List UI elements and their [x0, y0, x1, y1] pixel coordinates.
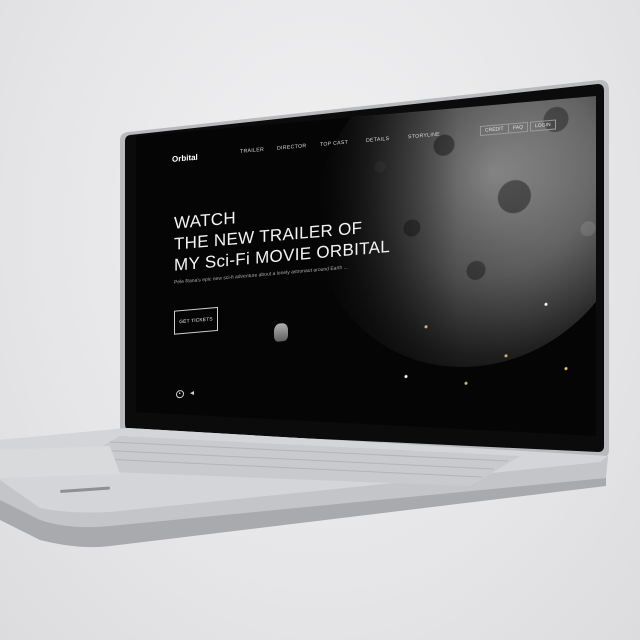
login-button[interactable]: LOGIN — [530, 119, 556, 132]
brand-logo[interactable]: Orbital — [172, 153, 198, 164]
play-icon[interactable] — [176, 389, 184, 399]
nav-item-details[interactable]: DETAILS — [366, 136, 389, 144]
get-tickets-button[interactable]: GET TICKETS — [174, 306, 218, 335]
city-lights-texture — [386, 276, 586, 415]
nav-item-trailer[interactable]: TRAILER — [240, 147, 264, 155]
nav-item-director[interactable]: DIRECTOR — [277, 143, 306, 152]
credit-button[interactable]: CREDIT — [480, 123, 509, 137]
nav-item-top-cast[interactable]: TOP CAST — [320, 140, 348, 148]
laptop-mockup-scene: Orbital TRAILER DIRECTOR TOP CAST DETAIL… — [0, 0, 640, 640]
sound-icon[interactable] — [190, 390, 194, 396]
nav-item-storyline[interactable]: STORYLINE — [408, 132, 440, 141]
astronaut-figure — [274, 322, 288, 342]
faq-button[interactable]: FAQ — [508, 121, 529, 134]
video-controls — [176, 389, 194, 399]
